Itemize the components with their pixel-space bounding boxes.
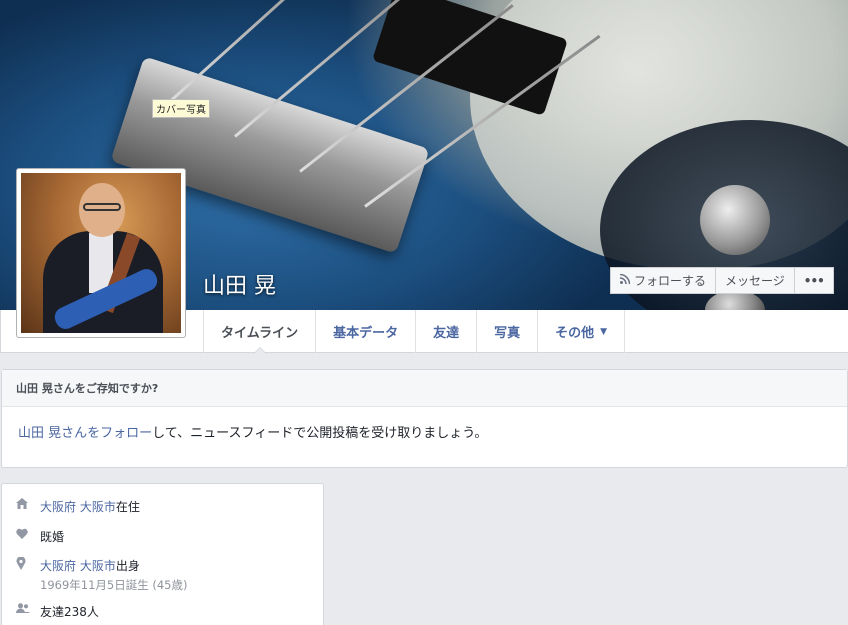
- birthday-text: 1969年11月5日誕生 (45歳): [40, 578, 188, 592]
- do-you-know-text: して、ニュースフィードで公開投稿を受け取りましょう。: [152, 426, 488, 441]
- tab-timeline[interactable]: タイムライン: [203, 310, 315, 354]
- cover-knob: [700, 185, 770, 255]
- follow-link[interactable]: 山田 晃さんをフォロー: [18, 426, 152, 441]
- intro-box: 大阪府 大阪市在住 既婚 大阪府 大阪市出身 1969年11月5日誕生 (45歳…: [1, 483, 324, 625]
- map-pin-icon: [16, 556, 40, 593]
- residence-link[interactable]: 大阪府 大阪市: [40, 500, 116, 514]
- follow-button[interactable]: フォローする: [610, 267, 717, 294]
- tab-photos[interactable]: 写真: [476, 310, 537, 353]
- do-you-know-body: 山田 晃さんをフォローして、ニュースフィードで公開投稿を受け取りましょう。: [2, 407, 847, 456]
- chevron-down-icon: ▼: [600, 326, 608, 337]
- profile-tabs: タイムライン 基本データ 友達 写真 その他 ▼: [203, 310, 626, 354]
- friends-count[interactable]: 友達238人: [40, 603, 99, 620]
- tab-label: その他: [555, 326, 595, 341]
- hometown-row: 大阪府 大阪市出身 1969年11月5日誕生 (45歳): [16, 556, 188, 593]
- avatar-glasses: [83, 203, 121, 211]
- message-button-label: メッセージ: [725, 274, 785, 288]
- tab-friends[interactable]: 友達: [415, 310, 476, 353]
- people-icon: [16, 603, 40, 620]
- relationship-row: 既婚: [16, 528, 64, 545]
- hometown-link[interactable]: 大阪府 大阪市: [40, 559, 116, 573]
- cover-photo-tooltip: カバー写真: [152, 99, 210, 118]
- friends-row: 友達238人: [16, 603, 99, 620]
- tab-about[interactable]: 基本データ: [315, 310, 415, 353]
- tab-more[interactable]: その他 ▼: [537, 310, 626, 353]
- tab-label: 写真: [494, 326, 521, 341]
- tab-label: 友達: [433, 326, 460, 341]
- tab-label: 基本データ: [333, 326, 399, 341]
- rss-icon: [619, 273, 631, 287]
- house-icon: [16, 498, 40, 515]
- avatar: [21, 173, 181, 333]
- do-you-know-heading: 山田 晃さんをご存知ですか?: [2, 370, 847, 407]
- message-button[interactable]: メッセージ: [716, 267, 795, 294]
- residence-row: 大阪府 大阪市在住: [16, 498, 140, 515]
- cover-action-buttons: フォローする メッセージ •••: [610, 267, 834, 294]
- profile-name[interactable]: 山田 晃: [203, 268, 276, 300]
- more-options-label: •••: [803, 273, 825, 288]
- do-you-know-box: 山田 晃さんをご存知ですか? 山田 晃さんをフォローして、ニュースフィードで公開…: [1, 369, 848, 468]
- hometown-suffix: 出身: [115, 559, 140, 573]
- heart-icon: [16, 528, 40, 545]
- profile-picture[interactable]: [16, 168, 186, 338]
- residence-suffix: 在住: [115, 500, 140, 514]
- relationship-status: 既婚: [40, 530, 65, 544]
- tab-label: タイムライン: [221, 326, 299, 341]
- follow-button-label: フォローする: [634, 274, 707, 288]
- more-options-button[interactable]: •••: [794, 267, 834, 294]
